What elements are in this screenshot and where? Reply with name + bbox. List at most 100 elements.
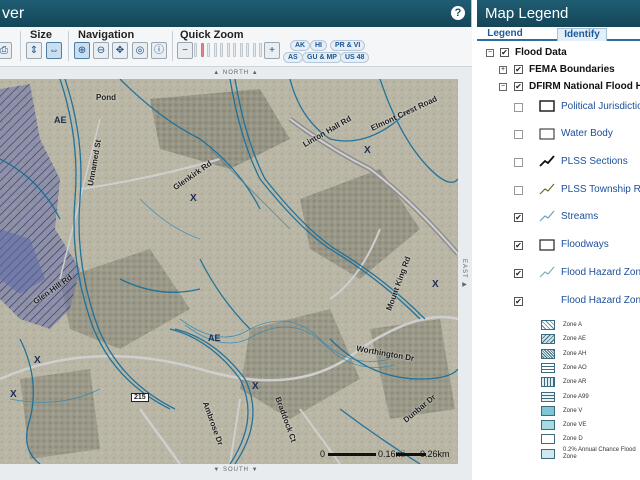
viewer-title: ver: [2, 5, 25, 22]
legend-title: Map Legend: [477, 0, 640, 27]
flood-zone-label: Zone A99: [563, 393, 589, 400]
flood-zone-swatch: [541, 334, 555, 345]
layer-checkbox[interactable]: [514, 186, 523, 195]
polygon-outline-icon: [539, 100, 555, 112]
map-label: Pond: [96, 93, 116, 102]
zoom-level-tick[interactable]: [239, 43, 243, 57]
layer-checkbox[interactable]: [514, 158, 523, 167]
quick-zoom-region-chip[interactable]: HI: [310, 40, 327, 51]
layer-checkbox[interactable]: [514, 103, 523, 112]
route-shield: 215: [131, 393, 149, 402]
toolbar-divider: [68, 31, 69, 61]
resize-vertical-button[interactable]: ⇕: [26, 42, 42, 59]
print-button[interactable]: ⎙: [0, 42, 12, 59]
layer-row-dfirm: − ✔ DFIRM National Flood Haz: [477, 80, 640, 96]
zoom-in-button[interactable]: ⊕: [74, 42, 90, 59]
quick-zoom-region-chip[interactable]: AK: [290, 40, 311, 51]
zoom-level-tick[interactable]: [252, 43, 256, 57]
expand-icon[interactable]: +: [499, 66, 507, 74]
layer-checkbox[interactable]: ✔: [514, 213, 523, 222]
layer-checkbox[interactable]: ✔: [514, 269, 523, 278]
layer-label: FEMA Boundaries: [529, 64, 615, 75]
layer-label: Floodways: [561, 239, 609, 250]
zoom-level-tick[interactable]: [220, 43, 223, 57]
full-extent-button[interactable]: ◎: [132, 42, 148, 59]
zoom-out-button[interactable]: ⊖: [93, 42, 109, 59]
info-icon: ⓘ: [154, 45, 164, 56]
zoom-level-tick[interactable]: [246, 43, 249, 57]
flood-zone-label: Zone AO: [563, 364, 587, 371]
layer-row-plss-sections: PLSS Sections: [477, 153, 640, 173]
flood-zone-marker: X: [34, 355, 41, 366]
pan-east-button[interactable]: EAST ▶: [458, 79, 472, 464]
map-canvas[interactable]: Pond Unnamed St Glenkirk Rd Linton Hall …: [0, 79, 458, 464]
flood-zone-swatch: [541, 320, 555, 330]
zoom-level-tick[interactable]: [207, 43, 210, 57]
toolbar-divider: [20, 31, 21, 61]
scale-segment: [328, 453, 376, 456]
layer-label: Flood Data: [515, 47, 567, 58]
quick-zoom-region-chip[interactable]: US 48: [340, 52, 370, 63]
viewer-title-bar: ver ?: [0, 0, 471, 27]
layer-checkbox[interactable]: [514, 130, 523, 139]
flood-zone-label: Zone AR: [563, 379, 587, 386]
quick-zoom-region-chip[interactable]: PR & VI: [330, 40, 366, 51]
zoom-level-tick[interactable]: [226, 43, 230, 57]
map-viewer-panel: ver ? ⎙ Size ⇕ ⇔ Navigation ⊕ ⊖ ✥ ◎ ⓘ Qu…: [0, 0, 472, 480]
collapse-icon[interactable]: −: [486, 49, 494, 57]
flood-zone-marker: X: [10, 389, 17, 400]
layer-checkbox[interactable]: ✔: [514, 297, 523, 306]
pan-north-button[interactable]: ▲ NORTH ▲: [0, 67, 472, 79]
water-body-icon: [539, 128, 555, 140]
layer-checkbox[interactable]: ✔: [514, 241, 523, 250]
zoom-level-tick[interactable]: [200, 43, 204, 57]
layer-row-flood-hazard-zones: ✔ Flood Hazard Zones: [477, 292, 640, 312]
scale-end: 0.26km: [420, 449, 450, 459]
layer-row-political: Political Jurisdictions: [477, 98, 640, 118]
line-symbol-icon: [539, 266, 555, 278]
resize-horizontal-button[interactable]: ⇔: [46, 42, 62, 59]
flood-zone-marker: X: [252, 381, 259, 392]
stream-line-icon: [539, 210, 555, 222]
zoom-level-tick[interactable]: [213, 43, 217, 57]
layer-checkbox[interactable]: ✔: [500, 48, 509, 57]
zoom-level-tick[interactable]: [259, 43, 262, 57]
horizontal-arrows-icon: ⇔: [49, 45, 59, 56]
flood-zone-marker: X: [364, 145, 371, 156]
layer-row-flood-hazard-zone-lines: ✔ Flood Hazard Zone: [477, 264, 640, 284]
collapse-icon[interactable]: −: [499, 83, 507, 91]
flood-zone-label: Zone A: [563, 322, 583, 328]
legend-tab-bar: Legend Identify: [477, 27, 640, 41]
layer-label: Political Jurisdictions: [561, 101, 640, 112]
pan-button[interactable]: ✥: [112, 42, 128, 59]
tab-legend[interactable]: Legend: [485, 28, 525, 41]
flood-zone-label: Zone D: [563, 436, 583, 443]
quick-zoom-region-chip[interactable]: AS: [283, 52, 303, 63]
tab-identify[interactable]: Identify: [557, 28, 607, 41]
layer-row-flood-data: − ✔ Flood Data: [477, 46, 640, 62]
help-button[interactable]: ?: [451, 6, 465, 20]
zoom-level-tick[interactable]: [233, 43, 236, 57]
line-symbol-icon: [539, 183, 555, 195]
layer-checkbox[interactable]: ✔: [514, 65, 523, 74]
flood-zone-swatch: [541, 391, 555, 402]
layer-checkbox[interactable]: ✔: [514, 82, 523, 91]
quick-zoom-region-chip[interactable]: GU & MP: [302, 52, 342, 63]
layer-label: Flood Hazard Zone: [561, 267, 640, 278]
map-frame: ▲ NORTH ▲ Pond Unnamed St Glenkirk Rd Li…: [0, 67, 472, 480]
scale-bar: 0 0.16mi 0.26km: [320, 449, 450, 463]
navigation-group: Navigation: [78, 29, 134, 41]
zoom-level-tick[interactable]: [194, 43, 197, 57]
zoom-in-icon: ⊕: [77, 45, 87, 56]
plus-icon: +: [269, 45, 275, 56]
identify-button[interactable]: ⓘ: [151, 42, 167, 59]
flood-zone-swatch: [541, 348, 555, 359]
layer-row-fema-boundaries: + ✔ FEMA Boundaries: [477, 63, 640, 79]
pan-north-label: ▲ NORTH ▲: [213, 70, 259, 76]
pan-icon: ✥: [115, 45, 125, 56]
layer-label: PLSS Sections: [561, 156, 628, 167]
line-symbol-icon: [539, 155, 555, 167]
quick-zoom-in-button[interactable]: +: [264, 42, 280, 59]
pan-south-button[interactable]: ▼ SOUTH ▼: [0, 464, 472, 476]
layer-row-floodways: ✔ Floodways: [477, 236, 640, 256]
